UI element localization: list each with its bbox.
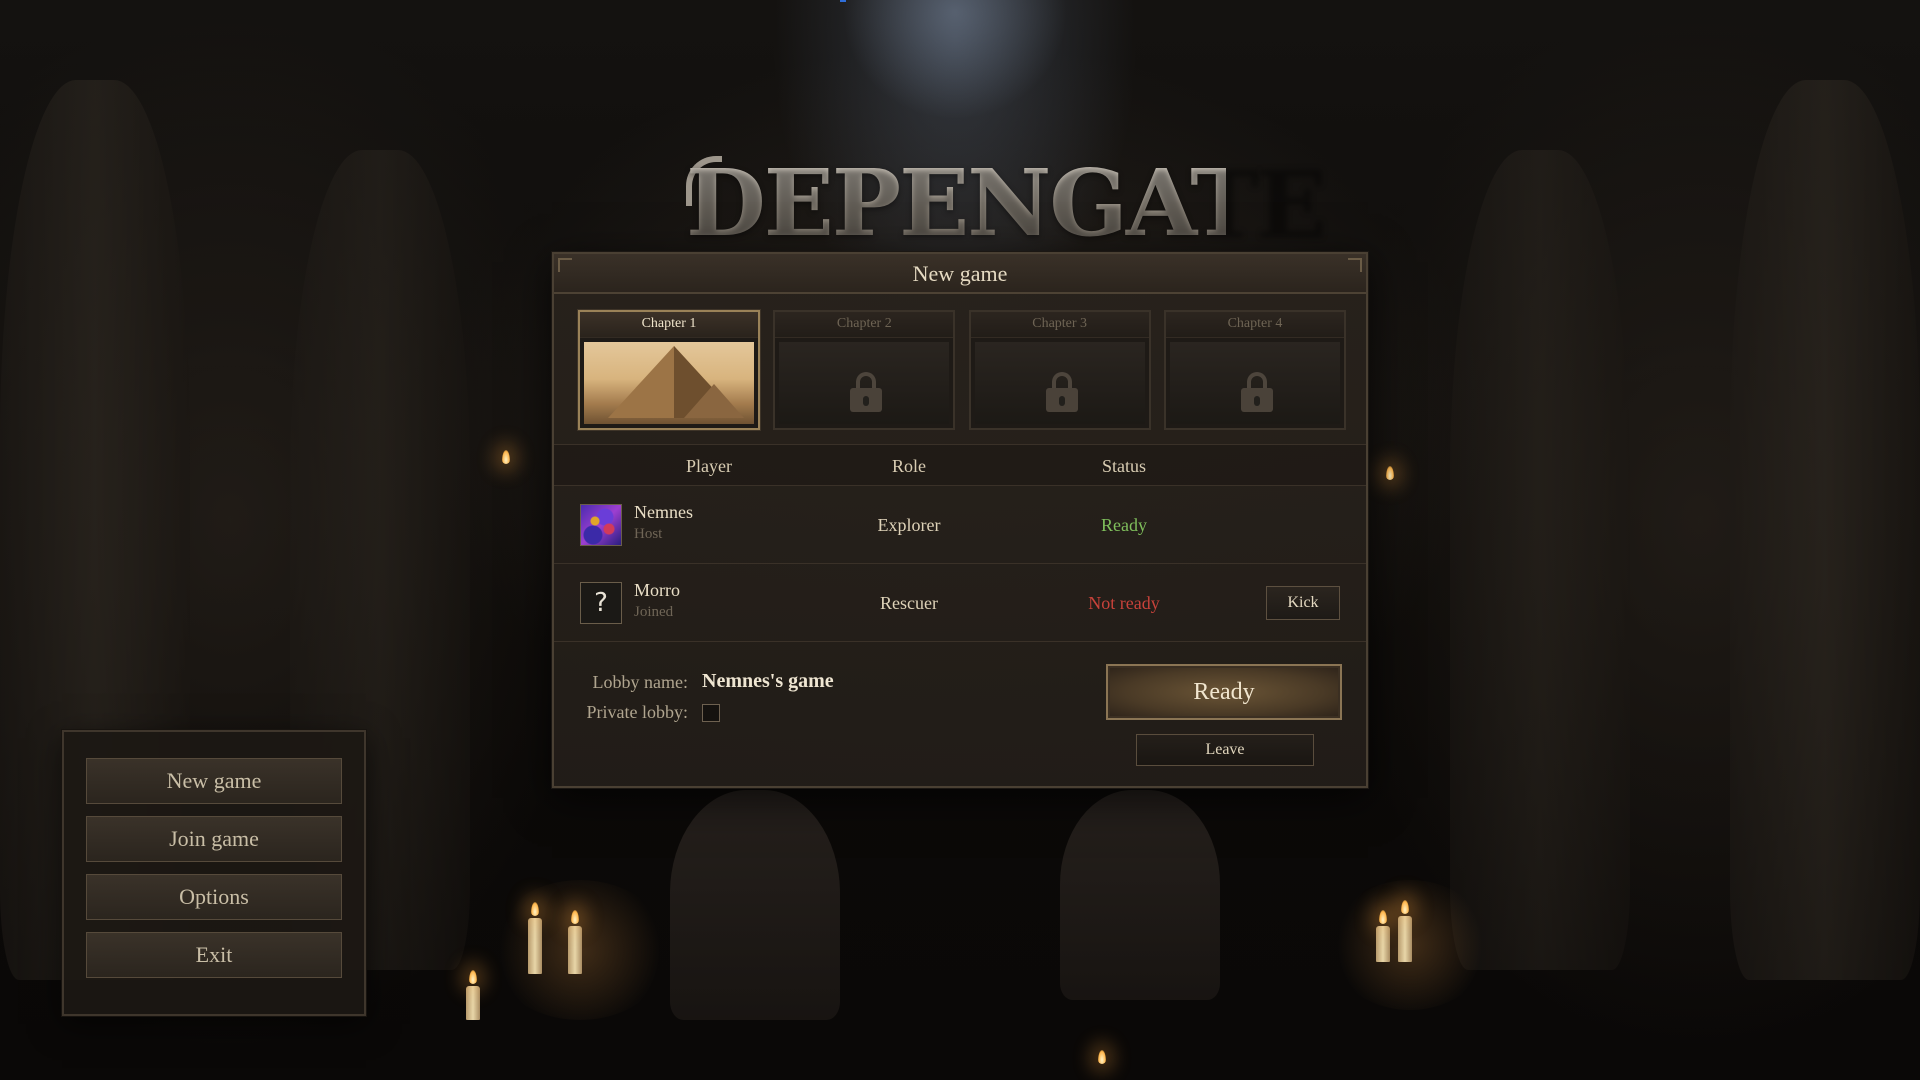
ceiling-light — [842, 0, 1068, 120]
menu-options-button[interactable]: Options — [86, 874, 342, 920]
lock-icon — [1045, 372, 1078, 412]
column-status: Status — [1101, 456, 1146, 476]
candle — [1398, 916, 1412, 962]
ready-button[interactable]: Ready — [1106, 664, 1342, 720]
candle — [568, 926, 582, 974]
column-role: Role — [892, 456, 926, 476]
player-status: Ready — [1101, 515, 1147, 535]
chapter-card-2[interactable]: Chapter 2 — [773, 310, 956, 430]
chapter-thumbnail-locked — [974, 342, 1145, 424]
floor-candle-flame — [1098, 1050, 1106, 1064]
player-row: ? Morro Joined Rescuer Not ready Kick — [554, 564, 1366, 642]
chapter-title: Chapter 3 — [970, 312, 1149, 338]
player-name: Nemnes — [634, 502, 693, 522]
candle-flame — [469, 970, 477, 984]
player-role: Rescuer — [880, 593, 938, 613]
chapter-card-1[interactable]: Chapter 1 — [578, 310, 760, 430]
column-player: Player — [686, 456, 732, 476]
panel-title: New game — [554, 254, 1366, 294]
private-lobby-checkbox[interactable] — [702, 704, 720, 722]
candle — [528, 918, 542, 974]
candle-flame — [531, 902, 539, 916]
lobby-name-value[interactable]: Nemnes's game — [702, 670, 834, 693]
game-logo: DEPENGATE — [686, 149, 1327, 257]
menu-join-game-button[interactable]: Join game — [86, 816, 342, 862]
chapter-card-3[interactable]: Chapter 3 — [968, 310, 1151, 430]
chapter-thumbnail-locked — [779, 342, 950, 424]
avatar — [580, 504, 622, 546]
candle-flame — [571, 910, 579, 924]
player-role: Explorer — [877, 515, 941, 535]
character-silhouette-right — [1060, 790, 1220, 1000]
kick-button[interactable]: Kick — [1266, 586, 1340, 620]
chapter-thumbnail-pyramid — [584, 342, 754, 424]
lock-icon — [850, 372, 883, 412]
wall-torch-flame — [502, 450, 510, 464]
player-subtitle: Host — [634, 526, 663, 542]
menu-new-game-button[interactable]: New game — [86, 758, 342, 804]
panel-corner-ornament — [558, 258, 572, 272]
menu-exit-button[interactable]: Exit — [86, 932, 342, 978]
avatar-unknown: ? — [580, 582, 622, 624]
player-status: Not ready — [1088, 593, 1160, 613]
lock-icon — [1240, 372, 1273, 412]
chapter-title: Chapter 4 — [1165, 312, 1344, 338]
candle — [1376, 926, 1390, 962]
new-game-panel: New game Chapter 1 Chapter 2 Chapter 3 C… — [552, 252, 1368, 788]
chapter-title: Chapter 1 — [580, 312, 758, 338]
chapter-thumbnail-locked — [1169, 342, 1340, 424]
lobby-name-label: Lobby name: — [592, 672, 688, 692]
candle — [466, 986, 480, 1020]
player-name: Morro — [634, 580, 680, 600]
private-lobby-label: Private lobby: — [586, 702, 689, 722]
wall-torch-flame — [1386, 466, 1394, 480]
player-row: Nemnes Host Explorer Ready — [554, 486, 1366, 564]
chapter-title: Chapter 2 — [775, 312, 954, 338]
chapter-selector: Chapter 1 Chapter 2 Chapter 3 Chapter 4 — [578, 310, 1346, 430]
character-silhouette-left — [670, 790, 840, 1020]
leave-button[interactable]: Leave — [1136, 734, 1314, 766]
player-table-header: Player Role Status — [554, 444, 1366, 486]
right-pillar-2 — [1450, 150, 1630, 970]
panel-corner-ornament — [1348, 258, 1362, 272]
player-subtitle: Joined — [634, 604, 674, 620]
candle-flame — [1401, 900, 1409, 914]
right-pillar — [1730, 80, 1920, 980]
main-menu: New game Join game Options Exit — [62, 730, 366, 1016]
chapter-card-4[interactable]: Chapter 4 — [1163, 310, 1346, 430]
candle-flame — [1379, 910, 1387, 924]
small-pyramid-image — [684, 384, 744, 418]
